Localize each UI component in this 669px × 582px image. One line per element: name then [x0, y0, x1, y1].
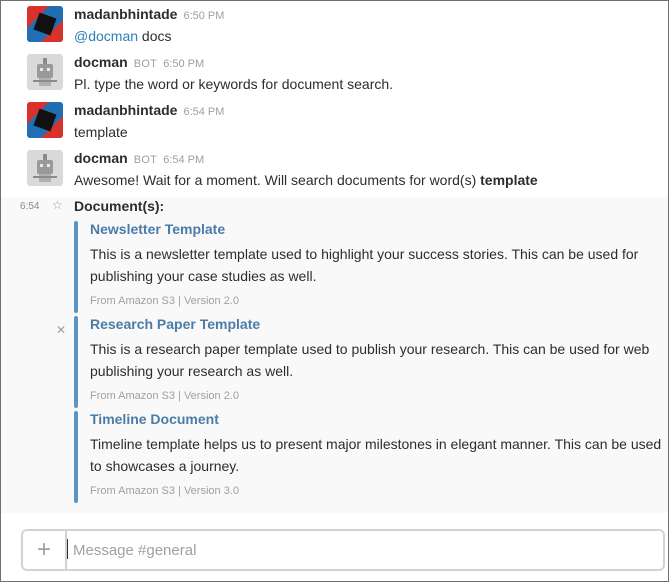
message-text: Pl. type the word or keywords for docume…	[74, 76, 394, 92]
text-caret	[67, 539, 68, 559]
timestamp[interactable]: 6:54 PM	[163, 154, 204, 166]
message-text: @docman docs	[74, 28, 172, 44]
bot-badge: BOT	[133, 154, 158, 166]
bot-avatar[interactable]	[27, 54, 63, 90]
attachment-card: Research Paper Template This is a resear…	[74, 316, 664, 408]
avatar[interactable]	[27, 102, 63, 138]
message-item: madanbhintade 6:54 PM template	[1, 97, 668, 145]
message-composer: +	[21, 529, 665, 571]
attachment-title[interactable]: Newsletter Template	[90, 221, 225, 237]
attachment-accent-bar	[74, 221, 78, 313]
message-input[interactable]	[67, 531, 663, 569]
attachment-accent-bar	[74, 411, 78, 503]
followup-timestamp[interactable]: 6:54	[20, 201, 39, 212]
message-item: docman BOT 6:54 PM Awesome! Wait for a mom…	[1, 145, 668, 197]
attachment-title[interactable]: Timeline Document	[90, 411, 219, 427]
timestamp[interactable]: 6:50 PM	[163, 58, 204, 70]
bot-badge: BOT	[133, 58, 158, 70]
add-attachment-button[interactable]: +	[23, 531, 67, 569]
author-name[interactable]: madanbhintade	[74, 102, 177, 118]
star-icon[interactable]: ☆	[52, 198, 63, 212]
attachment-description: This is a newsletter template used to hi…	[90, 246, 639, 284]
search-term: template	[480, 172, 538, 188]
timestamp[interactable]: 6:50 PM	[183, 10, 224, 22]
attachment-card: Newsletter Template This is a newsletter…	[74, 221, 664, 313]
author-name[interactable]: docman	[74, 54, 128, 70]
attachment-footer: From Amazon S3 | Version 3.0	[90, 485, 239, 497]
attachment-accent-bar	[74, 316, 78, 408]
mention-link[interactable]: @docman	[74, 28, 138, 44]
author-name[interactable]: docman	[74, 150, 128, 166]
message-item: madanbhintade 6:50 PM @docman docs	[1, 1, 668, 49]
attachment-description: Timeline template helps us to present ma…	[90, 436, 662, 474]
message-feed: madanbhintade 6:50 PM @docman docs docman…	[1, 1, 668, 513]
close-icon[interactable]: ✕	[56, 323, 66, 337]
attachment-description: This is a research paper template used t…	[90, 341, 650, 379]
followup-message: 6:54 ☆ Document(s): ✕ Newsletter Templat…	[1, 197, 668, 513]
attachment-title[interactable]: Research Paper Template	[90, 316, 260, 332]
documents-label: Document(s):	[74, 198, 165, 214]
timestamp[interactable]: 6:54 PM	[183, 106, 224, 118]
attachment-card: Timeline Document Timeline template help…	[74, 411, 664, 503]
attachment-footer: From Amazon S3 | Version 2.0	[90, 390, 239, 402]
message-text: Awesome! Wait for a moment. Will search …	[74, 172, 538, 188]
bot-avatar[interactable]	[27, 150, 63, 186]
avatar[interactable]	[27, 6, 63, 42]
message-item: docman BOT 6:50 PM Pl. type the word or ke…	[1, 49, 668, 97]
message-text: template	[74, 124, 128, 140]
author-name[interactable]: madanbhintade	[74, 6, 177, 22]
attachment-footer: From Amazon S3 | Version 2.0	[90, 295, 239, 307]
